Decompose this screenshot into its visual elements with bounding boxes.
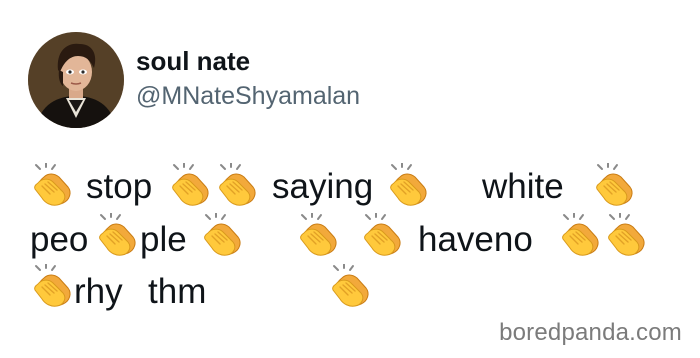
clapping-hands-icon: [558, 213, 602, 257]
tweet-word: haveno: [418, 220, 533, 259]
clapping-hands-icon: [296, 213, 340, 257]
tweet-word: thm: [148, 272, 207, 311]
tweet-card: soul nate @MNateShyamalan stop saying wh…: [0, 0, 700, 358]
user-handle[interactable]: @MNateShyamalan: [136, 81, 360, 111]
tweet-word: stop: [86, 167, 153, 206]
clapping-hands-icon: [30, 163, 74, 207]
clapping-hands-icon: [360, 213, 404, 257]
clapping-hands-icon: [604, 213, 648, 257]
clapping-hands-icon: [386, 163, 430, 207]
display-name[interactable]: soul nate: [136, 46, 250, 76]
avatar[interactable]: [28, 32, 124, 128]
tweet-word: saying: [272, 167, 374, 206]
clapping-hands-icon: [592, 163, 636, 207]
clapping-hands-icon: [168, 163, 212, 207]
clapping-hands-icon: [215, 163, 259, 207]
tweet-word: ple: [140, 220, 187, 259]
clapping-hands-icon: [200, 213, 244, 257]
clapping-hands-icon: [30, 264, 74, 308]
portrait-icon: [28, 32, 124, 128]
clapping-hands-icon: [95, 213, 139, 257]
tweet-word: peo: [30, 220, 89, 259]
tweet-word: rhy: [74, 272, 123, 311]
clapping-hands-icon: [328, 264, 372, 308]
tweet-word: white: [482, 167, 564, 206]
watermark: boredpanda.com: [499, 319, 682, 346]
